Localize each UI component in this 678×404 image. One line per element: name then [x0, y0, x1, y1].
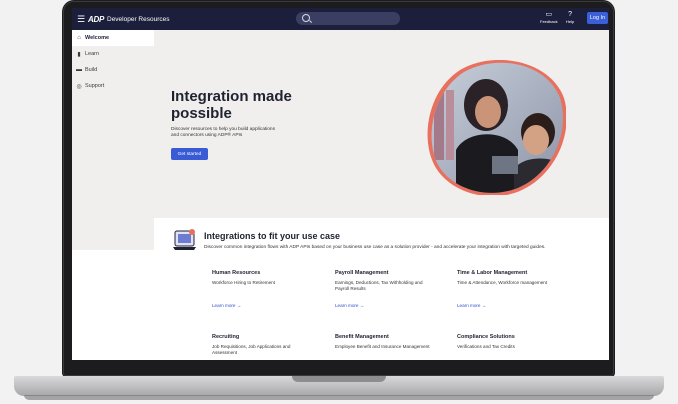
- chat-bubble-icon: ▭: [545, 11, 553, 18]
- card-description: Earnings, Deductions, Tax Withholding an…: [335, 280, 423, 291]
- hero-subtitle: Discover resources to help you build app…: [171, 127, 275, 138]
- learn-more-link[interactable]: Learn more →: [335, 303, 364, 308]
- sidebar-item-label: Support: [85, 83, 105, 89]
- feedback-label: Feedback: [540, 19, 558, 24]
- sidebar-item-label: Learn: [85, 51, 100, 57]
- sidebar-item-welcome[interactable]: ⌂ Welcome: [72, 30, 154, 46]
- card-human-resources[interactable]: Human Resources Workforce Hiring to Reti…: [212, 270, 312, 286]
- search-input[interactable]: [296, 12, 400, 25]
- integrations-illustration-icon: [173, 229, 196, 250]
- card-description: Job Requisitions, Job Applications and A…: [212, 344, 291, 355]
- learn-more-link[interactable]: Learn more →: [212, 303, 241, 308]
- sidebar-item-learn[interactable]: ▮ Learn: [72, 46, 154, 62]
- card-description: Verifications and Tax Credits: [457, 344, 515, 349]
- card-time-labor-management[interactable]: Time & Labor Management Time & Attendanc…: [457, 270, 557, 286]
- folder-icon: ▬: [76, 67, 82, 73]
- get-started-button[interactable]: Get started: [171, 148, 208, 160]
- feedback-button[interactable]: ▭ Feedback: [540, 11, 558, 24]
- hero-image: [427, 60, 566, 195]
- card-title: Payroll Management: [335, 270, 389, 276]
- sidebar-item-label: Build: [85, 67, 98, 73]
- top-navigation-bar: ☰ ADP Developer Resources ▭ Feedback ? H…: [72, 8, 609, 30]
- hero-title: Integration made possible: [171, 88, 292, 122]
- help-label: Help: [566, 19, 575, 24]
- help-button[interactable]: ? Help: [566, 11, 574, 24]
- card-description: Workforce Hiring to Retirement: [212, 280, 275, 285]
- sidebar-item-build[interactable]: ▬ Build: [72, 62, 154, 78]
- card-benefit-management[interactable]: Benefit Management Employee Benefit and …: [335, 334, 435, 350]
- search-icon: [302, 14, 310, 22]
- card-title: Compliance Solutions: [457, 334, 515, 340]
- card-title: Human Resources: [212, 270, 261, 276]
- sidebar-item-label: Welcome: [85, 35, 110, 41]
- card-payroll-management[interactable]: Payroll Management Earnings, Deductions,…: [335, 270, 435, 292]
- card-title: Benefit Management: [335, 334, 389, 340]
- sidebar-item-support[interactable]: ◎ Support: [72, 78, 154, 94]
- help-icon: ?: [568, 11, 573, 18]
- brand[interactable]: ADP Developer Resources: [88, 13, 170, 25]
- learn-more-link[interactable]: Learn more →: [457, 303, 486, 308]
- card-compliance-solutions[interactable]: Compliance Solutions Verifications and T…: [457, 334, 557, 350]
- laptop-shadow: [24, 395, 654, 400]
- home-icon: ⌂: [77, 35, 81, 41]
- integrations-description: Discover common integration flows with A…: [204, 245, 546, 250]
- card-description: Time & Attendance, Workforce management: [457, 280, 548, 285]
- card-title: Recruiting: [212, 334, 240, 340]
- brand-title: Developer Resources: [107, 15, 170, 23]
- laptop-screen: ☰ ADP Developer Resources ▭ Feedback ? H…: [72, 8, 609, 360]
- laptop-notch: [292, 376, 386, 382]
- card-description: Employee Benefit and Insurance Managemen…: [335, 344, 430, 349]
- card-title: Time & Labor Management: [457, 270, 528, 276]
- hamburger-menu-icon[interactable]: ☰: [77, 13, 85, 25]
- sidebar: ⌂ Welcome ▮ Learn ▬ Build ◎ Support: [72, 30, 154, 250]
- login-button[interactable]: Log In: [587, 12, 608, 24]
- hero-section: Integration made possible Discover resou…: [154, 30, 609, 218]
- card-recruiting[interactable]: Recruiting Job Requisitions, Job Applica…: [212, 334, 312, 356]
- integrations-title: Integrations to fit your use case: [204, 231, 341, 241]
- adp-logo: ADP: [88, 14, 104, 24]
- book-icon: ▮: [77, 51, 81, 58]
- lifebuoy-icon: ◎: [76, 83, 82, 90]
